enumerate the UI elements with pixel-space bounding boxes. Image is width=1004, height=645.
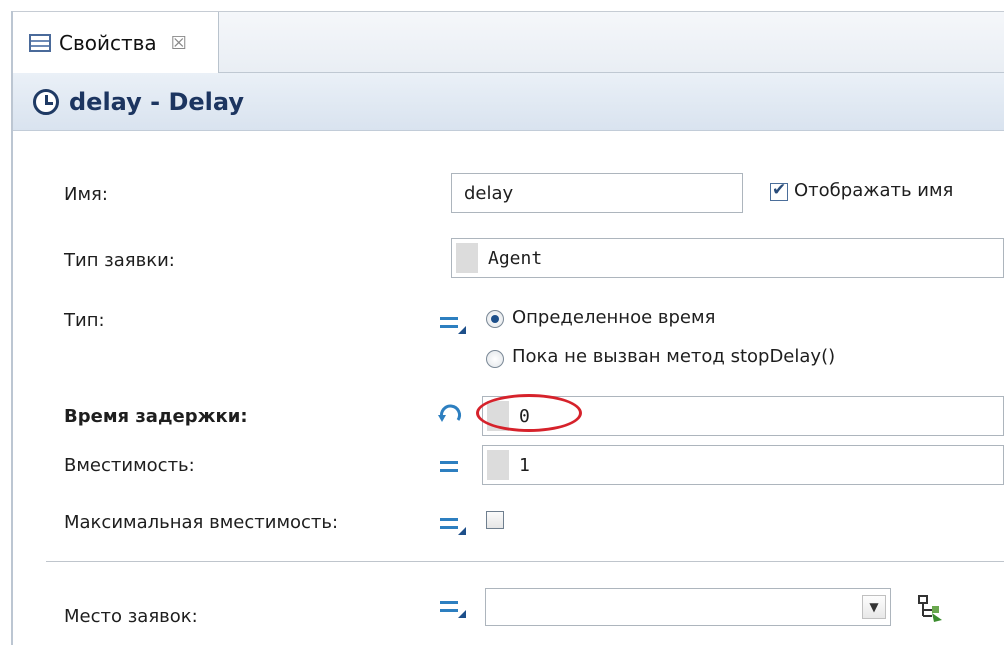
window-top-strip <box>0 0 1004 10</box>
type-label: Тип: <box>64 310 105 331</box>
view-tab-bar: Свойства ☒ <box>13 11 1004 74</box>
dynamic-value-icon[interactable] <box>436 398 466 428</box>
agent-type-label: Тип заявки: <box>64 250 175 271</box>
annotation-highlight-ellipse <box>476 394 582 432</box>
radio-specified-time[interactable] <box>486 310 504 328</box>
clock-icon <box>33 88 59 115</box>
close-icon[interactable]: ☒ <box>171 33 187 54</box>
tab-properties-label: Свойства <box>59 31 157 55</box>
max-capacity-checkbox[interactable] <box>486 511 504 529</box>
name-label: Имя: <box>64 184 108 205</box>
agent-location-label: Место заявок: <box>64 606 198 627</box>
tab-properties[interactable]: Свойства ☒ <box>13 12 219 74</box>
section-divider <box>46 561 1004 562</box>
show-name-checkbox[interactable] <box>770 180 788 201</box>
name-input-value: delay <box>464 182 514 204</box>
static-value-icon[interactable] <box>440 515 466 535</box>
capacity-field[interactable]: 1 <box>482 445 1004 485</box>
radio-until-stopdelay[interactable] <box>486 350 504 368</box>
capacity-value: 1 <box>519 454 530 476</box>
show-name-label: Отображать имя <box>794 180 954 201</box>
properties-header: delay - Delay <box>13 73 1004 131</box>
static-value-icon[interactable] <box>440 314 466 334</box>
delay-time-label: Время задержки: <box>64 406 248 427</box>
radio-until-stopdelay-label: Пока не вызван метод stopDelay() <box>512 346 836 367</box>
code-marker-icon <box>456 243 478 273</box>
name-input[interactable]: delay <box>451 173 743 213</box>
max-capacity-label: Максимальная вместимость: <box>64 512 339 533</box>
chevron-down-icon[interactable]: ▼ <box>862 595 886 619</box>
properties-icon <box>29 34 51 52</box>
static-value-icon[interactable] <box>440 458 466 478</box>
agent-type-field[interactable]: Agent <box>451 238 1004 278</box>
agent-type-value: Agent <box>488 247 543 269</box>
page-title: delay - Delay <box>69 87 244 116</box>
capacity-label: Вместимость: <box>64 455 195 476</box>
agent-location-select[interactable]: ▼ <box>485 588 891 626</box>
select-shape-tree-icon[interactable] <box>910 590 950 626</box>
code-marker-icon <box>487 450 509 480</box>
radio-specified-time-label: Определенное время <box>512 307 716 328</box>
static-value-icon[interactable] <box>440 598 466 618</box>
